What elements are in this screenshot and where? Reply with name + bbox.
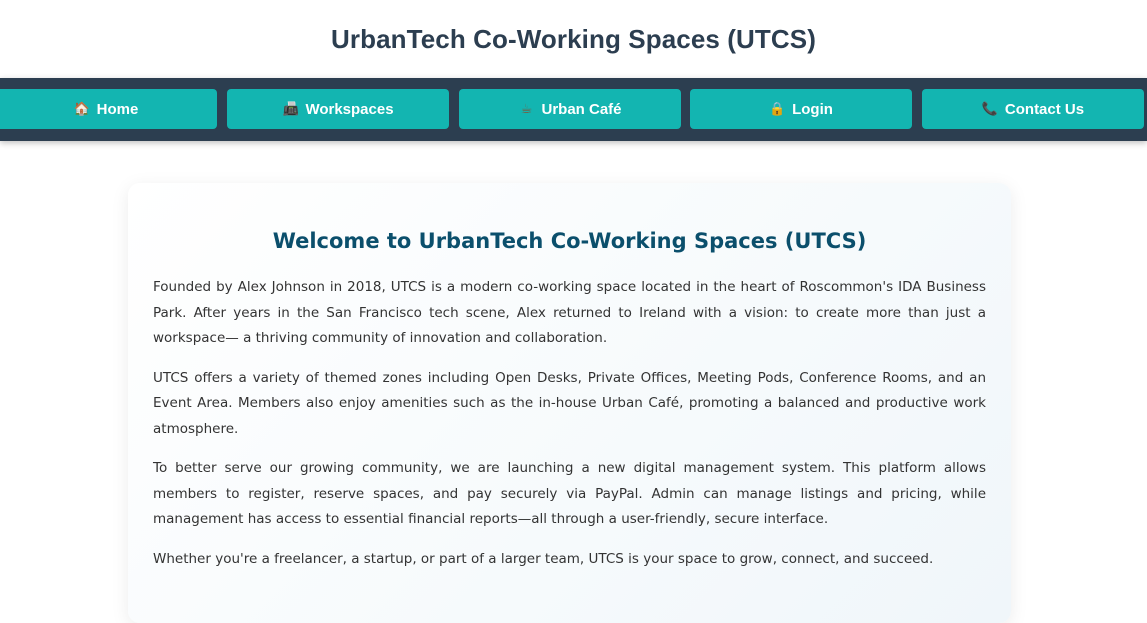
nav-workspaces-button[interactable]: 📠 Workspaces <box>227 89 449 129</box>
nav-home-button[interactable]: 🏠 Home <box>0 89 217 129</box>
coffee-icon: ☕ <box>520 101 533 116</box>
nav-cafe-label: Urban Café <box>541 100 622 118</box>
nav-contact-label: Contact Us <box>1004 100 1085 118</box>
lock-icon: 🔒 <box>769 101 786 116</box>
main-navbar: 🏠 Home 📠 Workspaces ☕ Urban Café 🔒 Login… <box>0 78 1147 141</box>
nav-login-button[interactable]: 🔒 Login <box>690 89 912 129</box>
phone-icon: 📞 <box>981 101 999 116</box>
welcome-card: Welcome to UrbanTech Co-Working Spaces (… <box>128 183 1011 623</box>
system-paragraph: To better serve our growing community, w… <box>153 460 986 527</box>
nav-home-label: Home <box>96 100 139 118</box>
welcome-heading: Welcome to UrbanTech Co-Working Spaces (… <box>272 229 867 253</box>
nav-workspaces-label: Workspaces <box>305 100 394 118</box>
intro-paragraph: Founded by Alex Johnson in 2018, UTCS is… <box>153 279 986 346</box>
zones-paragraph: UTCS offers a variety of themed zones in… <box>153 369 986 437</box>
site-title: UrbanTech Co-Working Spaces (UTCS) <box>331 23 816 54</box>
nav-login-label: Login <box>792 100 833 118</box>
nav-cafe-button[interactable]: ☕ Urban Café <box>459 89 681 129</box>
nav-contact-button[interactable]: 📞 Contact Us <box>922 89 1144 129</box>
closing-paragraph: Whether you're a freelancer, a startup, … <box>153 550 934 567</box>
phone-booth-icon: 📠 <box>282 101 299 116</box>
house-icon: 🏠 <box>73 101 90 116</box>
site-header: UrbanTech Co-Working Spaces (UTCS) <box>0 0 1147 78</box>
